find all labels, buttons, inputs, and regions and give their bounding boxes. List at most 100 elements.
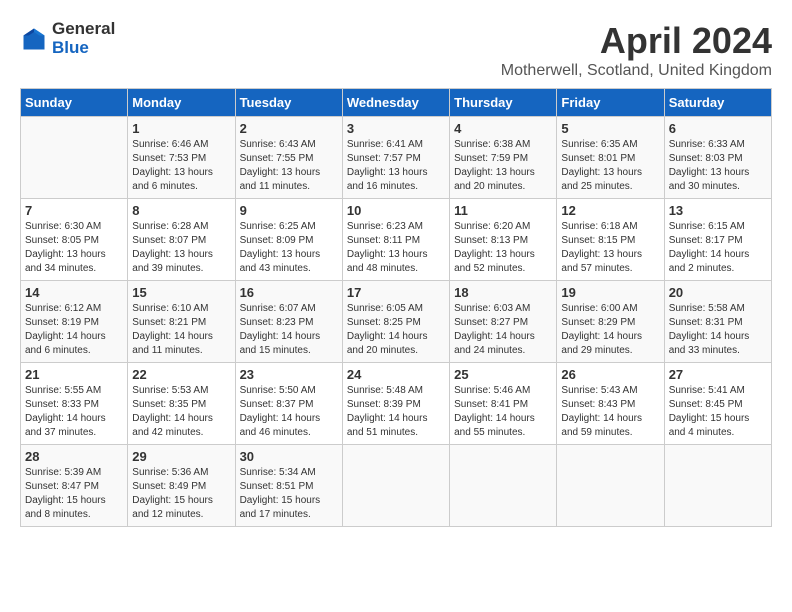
calendar-cell: 18 Sunrise: 6:03 AMSunset: 8:27 PMDayligh…	[450, 281, 557, 363]
calendar-cell: 20 Sunrise: 5:58 AMSunset: 8:31 PMDayligh…	[664, 281, 771, 363]
calendar-header: SundayMondayTuesdayWednesdayThursdayFrid…	[21, 89, 772, 117]
calendar-cell: 15 Sunrise: 6:10 AMSunset: 8:21 PMDayligh…	[128, 281, 235, 363]
logo-blue: Blue	[52, 39, 115, 58]
calendar-cell: 21 Sunrise: 5:55 AMSunset: 8:33 PMDayligh…	[21, 363, 128, 445]
logo: General Blue	[20, 20, 115, 57]
calendar-cell: 30 Sunrise: 5:34 AMSunset: 8:51 PMDayligh…	[235, 445, 342, 527]
day-info: Sunrise: 6:20 AMSunset: 8:13 PMDaylight:…	[454, 220, 552, 276]
calendar-cell: 19 Sunrise: 6:00 AMSunset: 8:29 PMDayligh…	[557, 281, 664, 363]
calendar-week-row: 1Sunrise: 6:46 AMSunset: 7:53 PMDaylight…	[21, 117, 772, 199]
calendar-cell: 29Sunrise: 5:36 AMSunset: 8:49 PMDayligh…	[128, 445, 235, 527]
calendar-cell: 10 Sunrise: 6:23 AMSunset: 8:11 PMDayligh…	[342, 199, 449, 281]
day-info: Sunrise: 6:41 AMSunset: 7:57 PMDaylight:…	[347, 138, 445, 194]
day-number: 23	[240, 367, 338, 382]
weekday-header: Wednesday	[342, 89, 449, 117]
calendar-cell: 23 Sunrise: 5:50 AMSunset: 8:37 PMDayligh…	[235, 363, 342, 445]
day-number: 7	[25, 203, 123, 218]
day-number: 20	[669, 285, 767, 300]
page-header: General Blue April 2024 Motherwell, Scot…	[20, 20, 772, 80]
calendar-cell: 13Sunrise: 6:15 AMSunset: 8:17 PMDayligh…	[664, 199, 771, 281]
day-info: Sunrise: 5:53 AMSunset: 8:35 PMDaylight:…	[132, 384, 230, 440]
calendar-cell	[342, 445, 449, 527]
day-info: Sunrise: 6:46 AMSunset: 7:53 PMDaylight:…	[132, 138, 230, 194]
day-number: 29	[132, 449, 230, 464]
day-info: Sunrise: 6:28 AMSunset: 8:07 PMDaylight:…	[132, 220, 230, 276]
day-info: Sunrise: 6:25 AMSunset: 8:09 PMDaylight:…	[240, 220, 338, 276]
calendar-cell: 25Sunrise: 5:46 AMSunset: 8:41 PMDayligh…	[450, 363, 557, 445]
day-number: 4	[454, 121, 552, 136]
weekday-header: Saturday	[664, 89, 771, 117]
calendar-week-row: 14Sunrise: 6:12 AMSunset: 8:19 PMDayligh…	[21, 281, 772, 363]
logo-general: General	[52, 20, 115, 39]
calendar-cell: 4 Sunrise: 6:38 AMSunset: 7:59 PMDaylight…	[450, 117, 557, 199]
day-number: 27	[669, 367, 767, 382]
day-number: 16	[240, 285, 338, 300]
day-info: Sunrise: 6:23 AMSunset: 8:11 PMDaylight:…	[347, 220, 445, 276]
calendar-cell: 22 Sunrise: 5:53 AMSunset: 8:35 PMDayligh…	[128, 363, 235, 445]
day-info: Sunrise: 6:30 AMSunset: 8:05 PMDaylight:…	[25, 220, 123, 276]
day-info: Sunrise: 6:00 AMSunset: 8:29 PMDaylight:…	[561, 302, 659, 358]
calendar-cell: 3 Sunrise: 6:41 AMSunset: 7:57 PMDaylight…	[342, 117, 449, 199]
calendar-cell: 8 Sunrise: 6:28 AMSunset: 8:07 PMDaylight…	[128, 199, 235, 281]
day-info: Sunrise: 5:55 AMSunset: 8:33 PMDaylight:…	[25, 384, 123, 440]
day-number: 9	[240, 203, 338, 218]
day-info: Sunrise: 6:05 AMSunset: 8:25 PMDaylight:…	[347, 302, 445, 358]
calendar-cell: 5Sunrise: 6:35 AMSunset: 8:01 PMDaylight…	[557, 117, 664, 199]
day-number: 19	[561, 285, 659, 300]
calendar-cell: 7 Sunrise: 6:30 AMSunset: 8:05 PMDaylight…	[21, 199, 128, 281]
month-title: April 2024	[501, 20, 772, 62]
calendar-table: SundayMondayTuesdayWednesdayThursdayFrid…	[20, 88, 772, 527]
day-info: Sunrise: 5:43 AMSunset: 8:43 PMDaylight:…	[561, 384, 659, 440]
day-number: 10	[347, 203, 445, 218]
day-number: 2	[240, 121, 338, 136]
calendar-cell: 9 Sunrise: 6:25 AMSunset: 8:09 PMDaylight…	[235, 199, 342, 281]
calendar-cell: 11Sunrise: 6:20 AMSunset: 8:13 PMDayligh…	[450, 199, 557, 281]
calendar-cell: 6 Sunrise: 6:33 AMSunset: 8:03 PMDaylight…	[664, 117, 771, 199]
weekday-header: Tuesday	[235, 89, 342, 117]
day-info: Sunrise: 5:34 AMSunset: 8:51 PMDaylight:…	[240, 466, 338, 522]
day-info: Sunrise: 5:50 AMSunset: 8:37 PMDaylight:…	[240, 384, 338, 440]
day-info: Sunrise: 6:10 AMSunset: 8:21 PMDaylight:…	[132, 302, 230, 358]
calendar-cell: 26 Sunrise: 5:43 AMSunset: 8:43 PMDayligh…	[557, 363, 664, 445]
day-info: Sunrise: 5:46 AMSunset: 8:41 PMDaylight:…	[454, 384, 552, 440]
calendar-week-row: 28Sunrise: 5:39 AMSunset: 8:47 PMDayligh…	[21, 445, 772, 527]
day-number: 8	[132, 203, 230, 218]
day-number: 26	[561, 367, 659, 382]
calendar-cell: 17Sunrise: 6:05 AMSunset: 8:25 PMDayligh…	[342, 281, 449, 363]
calendar-cell	[557, 445, 664, 527]
day-number: 12	[561, 203, 659, 218]
calendar-cell: 27 Sunrise: 5:41 AMSunset: 8:45 PMDayligh…	[664, 363, 771, 445]
day-info: Sunrise: 5:39 AMSunset: 8:47 PMDaylight:…	[25, 466, 123, 522]
calendar-cell: 1Sunrise: 6:46 AMSunset: 7:53 PMDaylight…	[128, 117, 235, 199]
day-info: Sunrise: 5:48 AMSunset: 8:39 PMDaylight:…	[347, 384, 445, 440]
day-info: Sunrise: 6:33 AMSunset: 8:03 PMDaylight:…	[669, 138, 767, 194]
logo-text: General Blue	[52, 20, 115, 57]
weekday-header: Sunday	[21, 89, 128, 117]
calendar-cell	[450, 445, 557, 527]
day-info: Sunrise: 6:07 AMSunset: 8:23 PMDaylight:…	[240, 302, 338, 358]
calendar-cell	[664, 445, 771, 527]
day-info: Sunrise: 6:43 AMSunset: 7:55 PMDaylight:…	[240, 138, 338, 194]
calendar-week-row: 7 Sunrise: 6:30 AMSunset: 8:05 PMDaylight…	[21, 199, 772, 281]
day-number: 22	[132, 367, 230, 382]
day-info: Sunrise: 5:58 AMSunset: 8:31 PMDaylight:…	[669, 302, 767, 358]
day-info: Sunrise: 6:18 AMSunset: 8:15 PMDaylight:…	[561, 220, 659, 276]
day-info: Sunrise: 5:41 AMSunset: 8:45 PMDaylight:…	[669, 384, 767, 440]
calendar-cell: 2 Sunrise: 6:43 AMSunset: 7:55 PMDaylight…	[235, 117, 342, 199]
calendar-cell: 12 Sunrise: 6:18 AMSunset: 8:15 PMDayligh…	[557, 199, 664, 281]
calendar-week-row: 21 Sunrise: 5:55 AMSunset: 8:33 PMDayligh…	[21, 363, 772, 445]
weekday-header: Thursday	[450, 89, 557, 117]
calendar-cell: 14Sunrise: 6:12 AMSunset: 8:19 PMDayligh…	[21, 281, 128, 363]
day-number: 30	[240, 449, 338, 464]
day-number: 24	[347, 367, 445, 382]
calendar-cell	[21, 117, 128, 199]
day-number: 5	[561, 121, 659, 136]
day-number: 21	[25, 367, 123, 382]
day-info: Sunrise: 6:38 AMSunset: 7:59 PMDaylight:…	[454, 138, 552, 194]
day-number: 15	[132, 285, 230, 300]
calendar-cell: 16 Sunrise: 6:07 AMSunset: 8:23 PMDayligh…	[235, 281, 342, 363]
day-info: Sunrise: 6:03 AMSunset: 8:27 PMDaylight:…	[454, 302, 552, 358]
day-number: 3	[347, 121, 445, 136]
day-number: 18	[454, 285, 552, 300]
day-number: 6	[669, 121, 767, 136]
